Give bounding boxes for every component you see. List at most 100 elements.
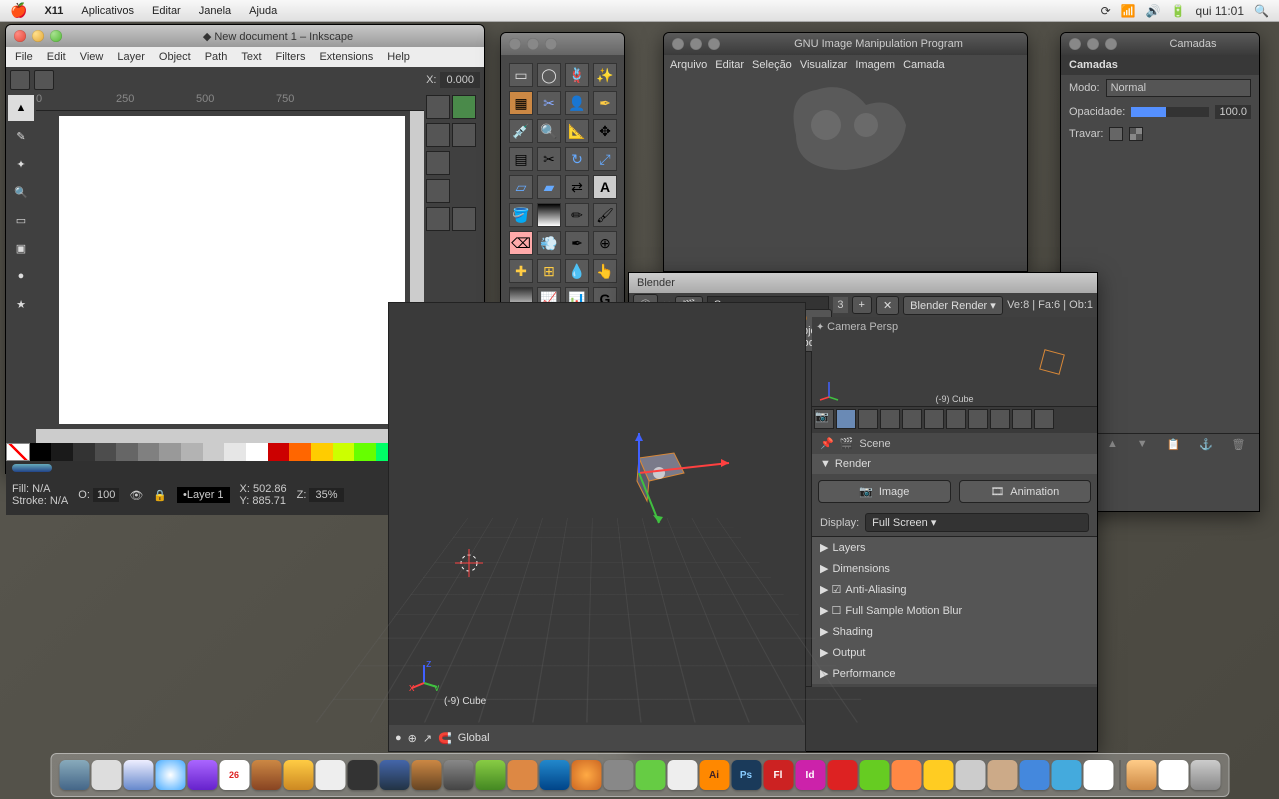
menu-visualizar[interactable]: Visualizar	[800, 59, 848, 71]
physics-tab-icon[interactable]	[1034, 409, 1054, 429]
quicktime-dock-icon[interactable]	[347, 760, 377, 790]
app-dock-icon[interactable]	[635, 760, 665, 790]
menu-view[interactable]: View	[75, 49, 109, 65]
rotate-tool-icon[interactable]: ↻	[565, 147, 589, 171]
output-panel-header[interactable]: ▶ Output	[812, 642, 1097, 663]
fuzzy-select-tool-icon[interactable]: ✨	[593, 63, 617, 87]
color-swatch[interactable]	[95, 443, 117, 461]
circle-tool-icon[interactable]: ●	[8, 263, 34, 289]
blender-viewport-large[interactable]: z y x (-9) Cube ● ⊕ ↗ 🧲 Global	[388, 302, 806, 752]
render-image-button[interactable]: 📷 Image	[818, 480, 951, 503]
manipulator-toggle-icon[interactable]: ↗	[423, 732, 432, 745]
no-color-swatch[interactable]	[6, 443, 30, 461]
menu-filters[interactable]: Filters	[271, 49, 311, 65]
app-dock-icon[interactable]	[891, 760, 921, 790]
opacity-field[interactable]: 100	[93, 488, 119, 502]
smudge-tool-icon[interactable]: 👆	[593, 259, 617, 283]
menu-object[interactable]: Object	[154, 49, 196, 65]
color-swatch[interactable]	[311, 443, 333, 461]
open-icon[interactable]	[34, 70, 54, 90]
particles-tab-icon[interactable]	[1012, 409, 1032, 429]
volume-icon[interactable]: 🔊	[1146, 4, 1161, 18]
foreground-tool-icon[interactable]: 👤	[565, 91, 589, 115]
motionblur-panel-header[interactable]: ▶ ☐ Full Sample Motion Blur	[812, 600, 1097, 621]
tweak-tool-icon[interactable]: ✦	[8, 151, 34, 177]
performance-panel-header[interactable]: ▶ Performance	[812, 663, 1097, 684]
ellipse-select-tool-icon[interactable]: ◯	[537, 63, 561, 87]
slider-icon[interactable]	[12, 464, 52, 472]
display-dropdown[interactable]: Full Screen ▾	[865, 513, 1089, 532]
app-menu[interactable]: X11	[35, 5, 72, 17]
menu-text[interactable]: Text	[236, 49, 266, 65]
opacity-field[interactable]: 100.0	[1215, 105, 1251, 119]
star-tool-icon[interactable]: ★	[8, 291, 34, 317]
align-tool-icon[interactable]: ▤	[509, 147, 533, 171]
inkscape-canvas[interactable]	[59, 116, 405, 424]
zoom-button[interactable]	[1105, 38, 1117, 50]
render-engine-dropdown[interactable]: Blender Render ▾	[903, 296, 1003, 315]
shear-tool-icon[interactable]: ▱	[509, 175, 533, 199]
color-swatch[interactable]	[51, 443, 73, 461]
indesign-dock-icon[interactable]: Id	[795, 760, 825, 790]
node-tool-icon[interactable]: ✎	[8, 123, 34, 149]
scene-tab-icon[interactable]	[836, 409, 856, 429]
blender-dock-icon[interactable]	[571, 760, 601, 790]
scene-datablock-icon[interactable]: 🎬	[840, 437, 854, 450]
app-dock-icon[interactable]	[443, 760, 473, 790]
preview-dock-icon[interactable]	[315, 760, 345, 790]
render-animation-button[interactable]: 🎞 Animation	[959, 480, 1092, 503]
minimize-button[interactable]	[527, 38, 539, 50]
photoshop-dock-icon[interactable]: Ps	[731, 760, 761, 790]
zoom-tool-icon[interactable]: 🔍	[8, 179, 34, 205]
color-swatch[interactable]	[30, 443, 52, 461]
snap-icon[interactable]: 🧲	[438, 732, 452, 745]
xml-icon[interactable]	[452, 95, 476, 119]
material-tab-icon[interactable]	[968, 409, 988, 429]
orientation-dropdown[interactable]: Global	[458, 732, 490, 744]
pin-icon[interactable]: 📌	[820, 437, 834, 450]
mail-dock-icon[interactable]	[123, 760, 153, 790]
sync-icon[interactable]: ⟳	[1101, 4, 1111, 18]
app-dock-icon[interactable]	[475, 760, 505, 790]
text-tool-icon[interactable]: A	[593, 175, 617, 199]
airbrush-tool-icon[interactable]: 💨	[537, 231, 561, 255]
color-swatch[interactable]	[138, 443, 160, 461]
app-dock-icon[interactable]	[1051, 760, 1081, 790]
ical-dock-icon[interactable]: 26	[219, 760, 249, 790]
close-button[interactable]	[1069, 38, 1081, 50]
object-tab-icon[interactable]	[880, 409, 900, 429]
close-button[interactable]	[509, 38, 521, 50]
app-dock-icon[interactable]	[283, 760, 313, 790]
modifiers-tab-icon[interactable]	[924, 409, 944, 429]
bucket-tool-icon[interactable]: 🪣	[509, 203, 533, 227]
gimp-dock-icon[interactable]	[411, 760, 441, 790]
data-tab-icon[interactable]	[946, 409, 966, 429]
add-scene-icon[interactable]: +	[852, 296, 872, 314]
x11-dock-icon[interactable]	[955, 760, 985, 790]
antialiasing-panel-header[interactable]: ▶ ☑ Anti-Aliasing	[812, 579, 1097, 600]
perspective-clone-icon[interactable]: ⊞	[537, 259, 561, 283]
layers-panel-header[interactable]: ▶ Layers	[812, 537, 1097, 558]
lower-layer-icon[interactable]: ▼	[1137, 438, 1148, 451]
app-dock-icon[interactable]	[667, 760, 697, 790]
menu-item[interactable]: Aplicativos	[72, 5, 143, 17]
menu-edit[interactable]: Edit	[42, 49, 71, 65]
menu-camada[interactable]: Camada	[903, 59, 945, 71]
pivot-icon[interactable]: ⊕	[408, 732, 417, 745]
color-swatch[interactable]	[289, 443, 311, 461]
finder-dock-icon[interactable]	[59, 760, 89, 790]
render-tab-icon[interactable]: 📷	[814, 409, 834, 429]
app-dock-icon[interactable]	[859, 760, 889, 790]
clone-tool-icon[interactable]: ⊕	[593, 231, 617, 255]
3dbox-tool-icon[interactable]: ▣	[8, 235, 34, 261]
lasso-tool-icon[interactable]: 🪢	[565, 63, 589, 87]
inkscape-dock-icon[interactable]	[379, 760, 409, 790]
anchor-layer-icon[interactable]: ⚓	[1199, 438, 1213, 451]
app-dock-icon[interactable]	[539, 760, 569, 790]
x-field[interactable]: 0.000	[440, 72, 480, 88]
redo-icon[interactable]	[452, 207, 476, 231]
app-dock-icon[interactable]	[507, 760, 537, 790]
color-swatch[interactable]	[246, 443, 268, 461]
flash-dock-icon[interactable]: Fl	[763, 760, 793, 790]
print-icon[interactable]	[426, 179, 450, 203]
